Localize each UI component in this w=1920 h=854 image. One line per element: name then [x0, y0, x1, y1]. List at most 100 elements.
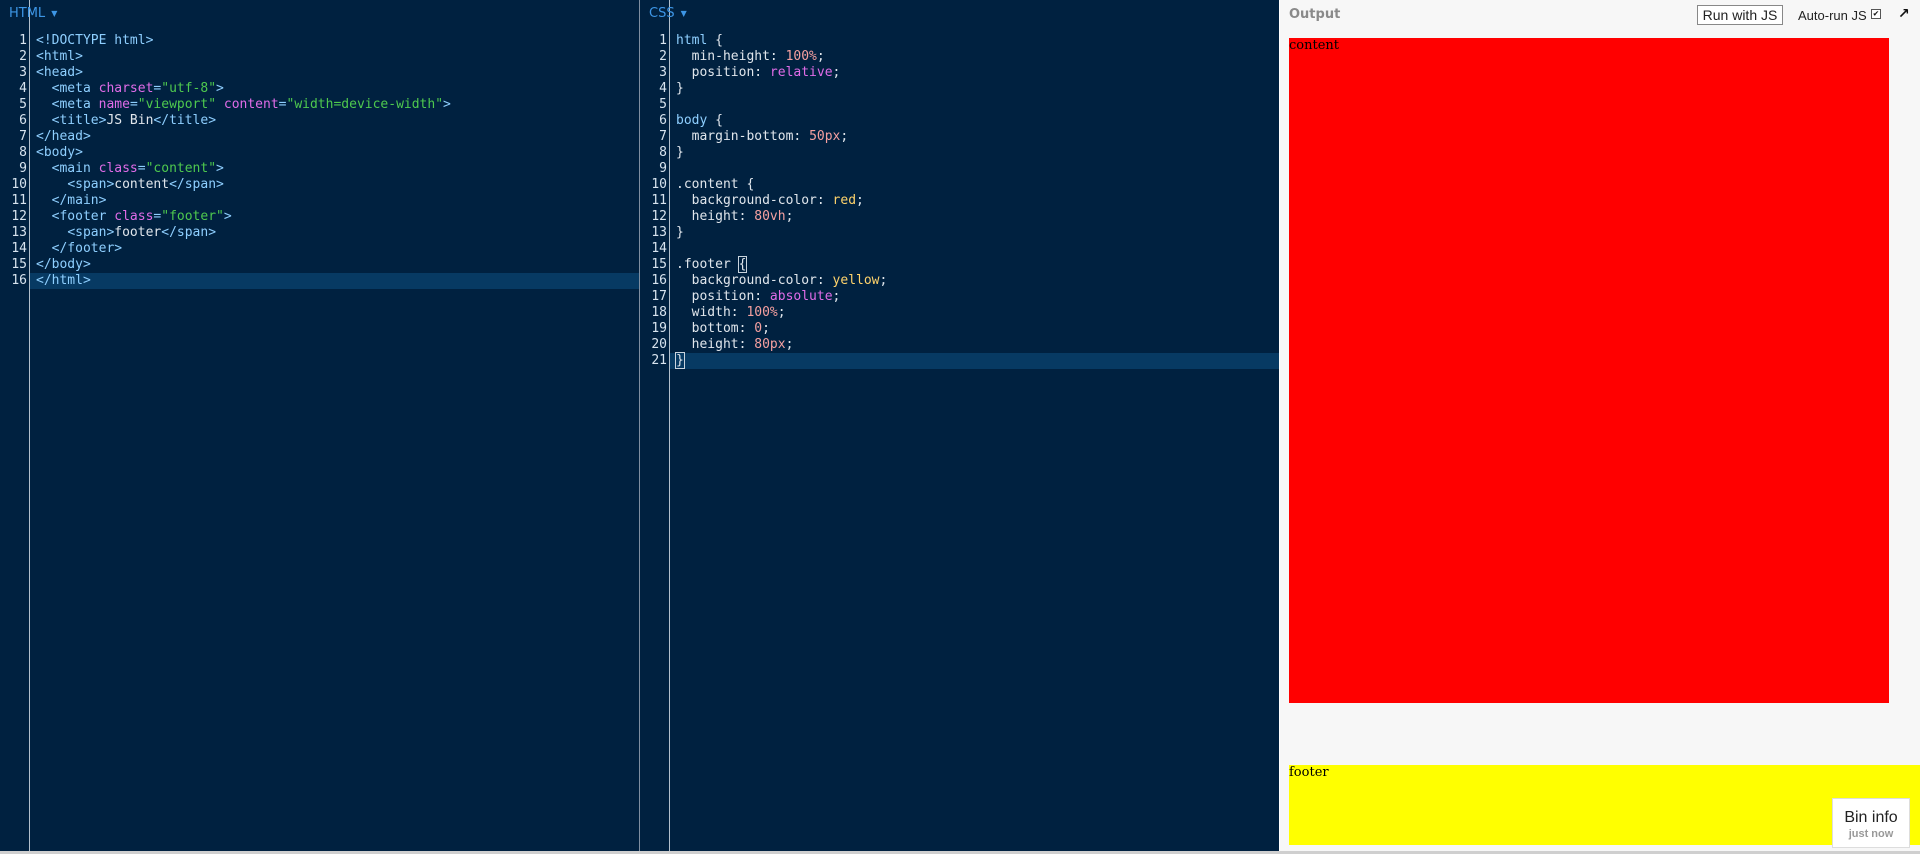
code-token: >	[443, 97, 451, 112]
code-line[interactable]: </body>	[36, 257, 639, 273]
code-token: absolute	[769, 289, 833, 304]
code-token: .footer	[676, 257, 739, 272]
code-line[interactable]: body {	[676, 113, 1279, 129]
code-token: <head>	[36, 65, 83, 80]
code-token: <footer	[51, 209, 115, 224]
line-number: 10	[11, 177, 27, 192]
code-line[interactable]: <meta charset="utf-8">	[36, 81, 639, 97]
run-with-js-button[interactable]: Run with JS	[1697, 5, 1783, 25]
line-number: 2	[19, 49, 27, 64]
code-line[interactable]: </footer>	[36, 241, 639, 257]
html-panel-label[interactable]: HTML	[9, 6, 45, 21]
caret-down-icon[interactable]: ▼	[51, 9, 57, 18]
line-number: 9	[19, 161, 27, 176]
code-line[interactable]: height: 80vh;	[676, 209, 1279, 225]
code-token: "content"	[145, 161, 217, 176]
code-token: name	[98, 97, 130, 112]
preview-content-block: content	[1289, 38, 1889, 703]
code-token: relative	[769, 65, 833, 80]
line-number: 15	[11, 257, 27, 272]
css-panel-tab[interactable]: CSS ▼	[649, 6, 687, 21]
line-number: 8	[19, 145, 27, 160]
code-token: <body>	[36, 145, 83, 160]
code-line[interactable]: <body>	[36, 145, 639, 161]
auto-run-js-label: Auto-run JS	[1798, 8, 1867, 23]
code-line[interactable]: <head>	[36, 65, 639, 81]
code-line[interactable]: background-color: red;	[676, 193, 1279, 209]
line-number: 6	[659, 113, 667, 128]
bin-info-button[interactable]: Bin info just now	[1832, 798, 1910, 848]
code-line[interactable]: <span>footer</span>	[36, 225, 639, 241]
code-line[interactable]: }	[676, 225, 1279, 241]
auto-run-js-checkbox[interactable]: ✔	[1871, 9, 1881, 19]
code-line[interactable]: <span>content</span>	[36, 177, 639, 193]
code-token: <meta	[51, 81, 99, 96]
code-line[interactable]: min-height: 100%;	[676, 49, 1279, 65]
line-number: 10	[651, 177, 667, 192]
code-line[interactable]: <title>JS Bin</title>	[36, 113, 639, 129]
css-panel-label[interactable]: CSS	[649, 6, 675, 21]
line-number: 3	[659, 65, 667, 80]
code-line[interactable]: height: 80px;	[676, 337, 1279, 353]
code-token: "width=device-width"	[286, 97, 444, 112]
code-token: background-color:	[676, 273, 833, 288]
code-line[interactable]: margin-bottom: 50px;	[676, 129, 1279, 145]
code-token: </footer>	[51, 241, 123, 256]
code-token: </main>	[51, 193, 107, 208]
caret-down-icon[interactable]: ▼	[681, 9, 687, 18]
code-token: 80vh	[754, 209, 786, 224]
preview-footer-text: footer	[1289, 765, 1329, 780]
css-code-editor[interactable]: html { min-height: 100%; position: relat…	[675, 33, 1279, 369]
html-gutter: 1 2 3 4 5 6 7 8 9 10 11 12 13 14 15 16	[0, 0, 30, 851]
code-token: 50px	[809, 129, 841, 144]
code-line[interactable]: }	[676, 81, 1279, 97]
code-token: "footer"	[161, 209, 224, 224]
code-token: >	[223, 209, 232, 224]
code-line[interactable]: </head>	[36, 129, 639, 145]
code-token: <!DOCTYPE html>	[36, 33, 154, 48]
code-line[interactable]: <meta name="viewport" content="width=dev…	[36, 97, 639, 113]
code-line[interactable]: width: 100%;	[676, 305, 1279, 321]
code-line[interactable]: }	[675, 352, 1279, 369]
code-line[interactable]: </html>	[36, 273, 639, 289]
code-line[interactable]: <main class="content">	[36, 161, 639, 177]
code-token: =	[278, 97, 287, 112]
code-token: <span>	[67, 225, 115, 240]
code-token: margin-bottom:	[676, 129, 810, 144]
code-line[interactable]: position: relative;	[676, 65, 1279, 81]
line-number: 8	[659, 145, 667, 160]
code-line[interactable]: background-color: yellow;	[676, 273, 1279, 289]
popout-arrow-icon[interactable]: ↗	[1898, 6, 1910, 22]
bin-info-title: Bin info	[1844, 809, 1898, 826]
code-token: ;	[832, 65, 841, 80]
html-panel-tab[interactable]: HTML ▼	[9, 6, 57, 21]
bin-info-timestamp: just now	[1848, 828, 1894, 840]
code-line[interactable]	[676, 97, 1279, 113]
code-line[interactable]	[676, 241, 1279, 257]
code-line[interactable]: <footer class="footer">	[36, 209, 639, 225]
code-line[interactable]	[676, 161, 1279, 177]
line-number: 12	[651, 209, 667, 224]
line-number: 21	[651, 353, 667, 368]
code-line[interactable]: bottom: 0;	[676, 321, 1279, 337]
code-line[interactable]: }	[676, 145, 1279, 161]
line-number: 17	[651, 289, 667, 304]
css-editor-panel[interactable]: 1 2 3 4 5 6 7 8 9 10 11 12 13 14 15 16 17 18 19 20 21 CSS ▼ …	[640, 0, 1279, 851]
html-editor-panel[interactable]: 1 2 3 4 5 6 7 8 9 10 11 12 13 14 15 16 HTML ▼ <!DOCTYPE…	[0, 0, 640, 851]
code-line[interactable]: <!DOCTYPE html>	[36, 33, 639, 49]
code-line[interactable]: </main>	[36, 193, 639, 209]
html-code-editor[interactable]: <!DOCTYPE html> <html> <head> <meta charse…	[36, 33, 639, 289]
code-token: content	[223, 97, 279, 112]
code-line[interactable]: position: absolute;	[676, 289, 1279, 305]
code-line[interactable]: .content {	[676, 177, 1279, 193]
code-line[interactable]: <html>	[36, 49, 639, 65]
code-token: }	[676, 81, 684, 96]
code-line[interactable]: .footer {	[676, 256, 1279, 273]
code-line[interactable]: html {	[676, 33, 1279, 49]
line-number: 6	[19, 113, 27, 128]
line-number: 13	[651, 225, 667, 240]
line-number: 9	[659, 161, 667, 176]
